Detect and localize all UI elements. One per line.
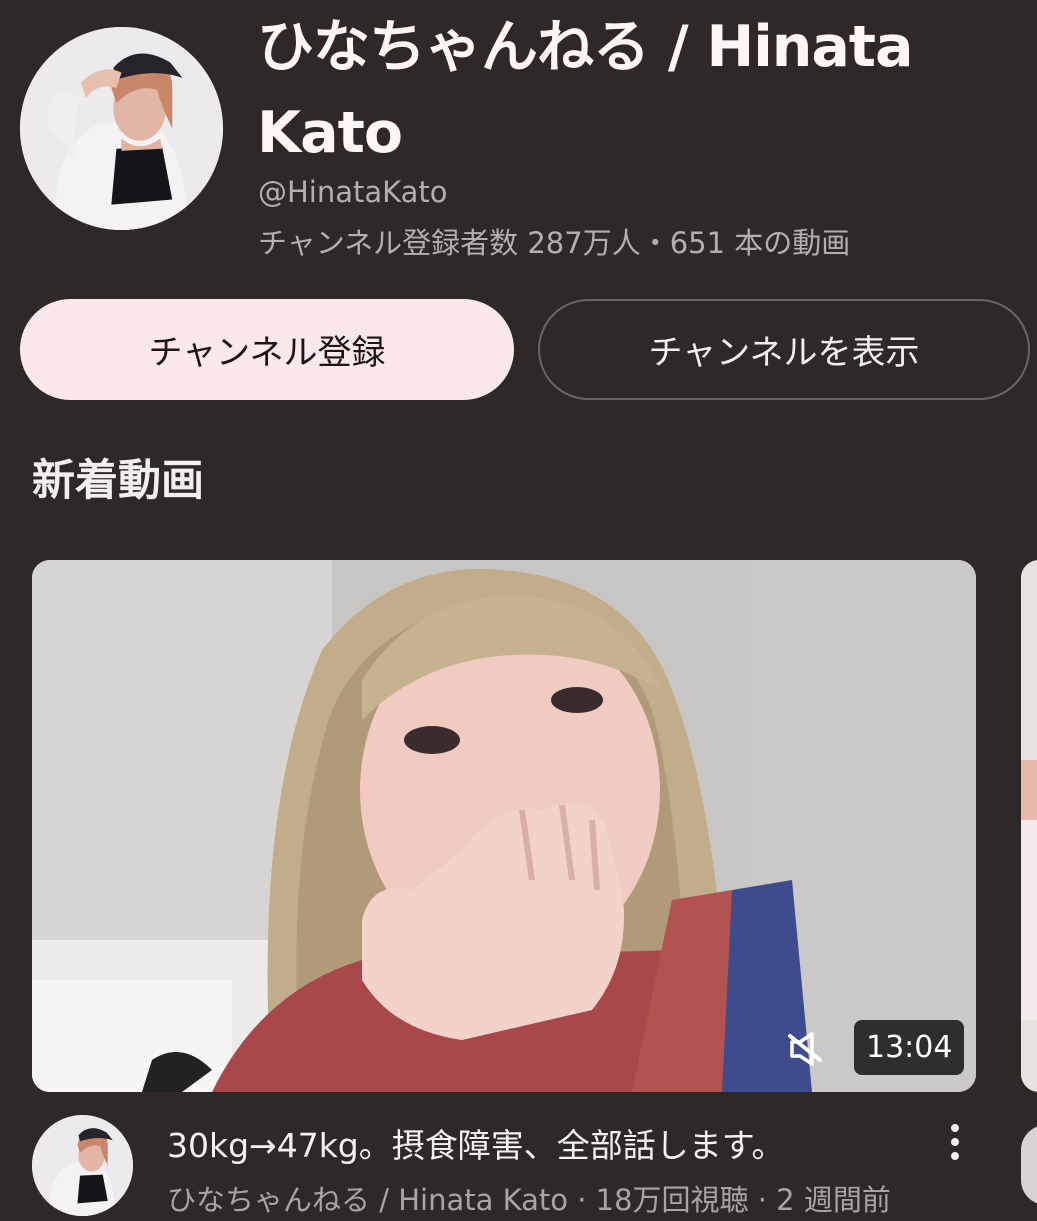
more-dot xyxy=(951,1152,959,1160)
video-duration-badge: 13:04 xyxy=(854,1020,965,1075)
video-thumbnail[interactable] xyxy=(32,560,976,1092)
channel-name: ひなちゃんねる / Hinata Kato xyxy=(257,14,914,166)
view-channel-button[interactable]: チャンネルを表示 xyxy=(538,299,1030,400)
video-channel-avatar-image xyxy=(32,1115,133,1216)
next-video-thumbnail-image xyxy=(1021,560,1037,1092)
subscribe-button[interactable]: チャンネル登録 xyxy=(20,299,514,400)
next-video-thumbnail[interactable] xyxy=(1021,560,1037,1092)
channel-avatar[interactable] xyxy=(20,27,223,230)
more-dot xyxy=(951,1138,959,1146)
video-channel-avatar[interactable] xyxy=(32,1115,133,1216)
channel-handle: @HinataKato xyxy=(258,175,448,209)
channel-page: ひなちゃんねる / Hinata Kato @HinataKato チャンネル登… xyxy=(0,0,1037,1221)
volume-off-icon[interactable] xyxy=(786,1030,828,1068)
more-dot xyxy=(951,1124,959,1132)
next-video-avatar[interactable] xyxy=(1021,1125,1037,1205)
video-title[interactable]: 30kg→47kg。摂食障害、全部話します。 xyxy=(167,1120,927,1172)
more-vert-icon[interactable] xyxy=(935,1118,975,1166)
video-thumbnail-image xyxy=(32,560,976,1092)
channel-stats: チャンネル登録者数 287万人・651 本の動画 xyxy=(258,226,851,260)
section-title: 新着動画 xyxy=(32,456,204,506)
video-meta: ひなちゃんねる / Hinata Kato · 18万回視聴 · 2 週間前 xyxy=(167,1183,891,1217)
channel-avatar-image xyxy=(20,27,223,230)
